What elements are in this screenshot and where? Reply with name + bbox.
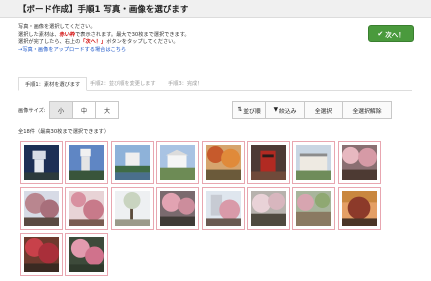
thumbnail-item[interactable] — [156, 141, 199, 184]
size-medium-button[interactable]: 中 — [72, 101, 96, 119]
sort-icon: ⇅ — [237, 107, 243, 113]
blossom-building-photo — [206, 191, 241, 226]
thumbnail-item[interactable] — [338, 141, 381, 184]
toolbar: ⇅ 並び順 ▼ 絞込み 全選択 全選択解除 — [232, 101, 392, 119]
tab-step-3[interactable]: 手順3：完成！ — [162, 77, 208, 91]
check-icon: ✔ — [377, 29, 384, 38]
castle-night-photo — [24, 145, 59, 180]
size-selector: 小 中 大 — [49, 101, 119, 119]
thumbnail-item[interactable] — [338, 187, 381, 230]
thumbnail-item[interactable] — [20, 141, 63, 184]
instruction-highlight: 赤い枠 — [59, 31, 76, 38]
instruction-text: 選択が完了したら、右上の — [18, 39, 81, 46]
size-small-button[interactable]: 小 — [49, 101, 73, 119]
thumbnail-item[interactable] — [247, 187, 290, 230]
sunset-tree-photo — [342, 191, 377, 226]
filter-icon: ▼ — [273, 107, 279, 113]
thumbnail-item[interactable] — [111, 141, 154, 184]
title-bar: 【ボード作成】手順1 写真・画像を選びます — [0, 0, 431, 18]
autumn-leaves-photo — [206, 145, 241, 180]
blossom-branches-photo — [69, 191, 104, 226]
instruction-text: で表示されます。最大で30枚まで選択できます。 — [75, 31, 190, 38]
thumbnail-item[interactable] — [202, 187, 245, 230]
size-large-button[interactable]: 大 — [95, 101, 119, 119]
thumbnail-item[interactable] — [292, 141, 335, 184]
thumbnail-item[interactable] — [65, 187, 108, 230]
upload-link[interactable]: →写真・画像をアップロードする場合はこちら — [18, 47, 358, 55]
cherry-park-photo — [160, 191, 195, 226]
instruction-text: ボタンをタップしてください。 — [106, 39, 179, 46]
thumbnail-item[interactable] — [247, 141, 290, 184]
sort-button[interactable]: ⇅ 並び順 — [232, 101, 266, 119]
garden-path-photo — [296, 191, 331, 226]
park-path-photo — [115, 191, 150, 226]
cherry-tree-photo — [24, 191, 59, 226]
thumbnail-item[interactable] — [292, 187, 335, 230]
instructions: 写真・画像を選択してください。 選択した素材は、赤い枠で表示されます。最大で30… — [18, 24, 358, 54]
filter-button[interactable]: ▼ 絞込み — [265, 101, 305, 119]
thumbnail-item[interactable] — [202, 141, 245, 184]
thumbnail-item[interactable] — [65, 141, 108, 184]
instruction-highlight: 「次へ！」 — [80, 39, 107, 46]
pink-blossom-photo — [69, 237, 104, 272]
thumbnail-item[interactable] — [65, 233, 108, 276]
sort-label: 並び順 — [243, 108, 261, 115]
western-building-photo — [296, 145, 331, 180]
thumbnail-item[interactable] — [20, 233, 63, 276]
next-button-label: 次へ！ — [385, 30, 405, 39]
thumbnail-item[interactable] — [20, 187, 63, 230]
instruction-line-3: 選択が完了したら、右上の「次へ！」ボタンをタップしてください。 — [18, 39, 358, 47]
castle-moat-photo — [115, 145, 150, 180]
step-tabs: 手順1：素材を選びます 手順2：並び順を変更します 手順3：完成！ — [18, 77, 412, 91]
select-all-button[interactable]: 全選択 — [304, 101, 343, 119]
thumbnail-item[interactable] — [156, 187, 199, 230]
red-temple-photo — [251, 145, 286, 180]
tab-step-2[interactable]: 手順2：並び順を変更します — [84, 77, 162, 91]
thumbnail-item[interactable] — [111, 187, 154, 230]
cherry-blossom-photo — [342, 145, 377, 180]
item-count: 全18件（最高30枚まで選択できます） — [18, 129, 110, 135]
size-label: 画像サイズ: — [18, 108, 46, 114]
red-blossom-photo — [24, 237, 59, 272]
tab-step-1[interactable]: 手順1：素材を選びます — [18, 77, 88, 91]
next-button[interactable]: ✔ 次へ！ — [368, 25, 414, 42]
deselect-all-button[interactable]: 全選択解除 — [342, 101, 392, 119]
castle-tower-photo — [69, 145, 104, 180]
instruction-line-1: 写真・画像を選択してください。 — [18, 24, 96, 30]
blossom-grove-photo — [251, 191, 286, 226]
page-title: 【ボード作成】手順1 写真・画像を選びます — [18, 5, 189, 15]
castle-white-photo — [160, 145, 195, 180]
filter-label: 絞込み — [279, 108, 297, 115]
instruction-text: 選択した素材は、 — [18, 31, 60, 38]
